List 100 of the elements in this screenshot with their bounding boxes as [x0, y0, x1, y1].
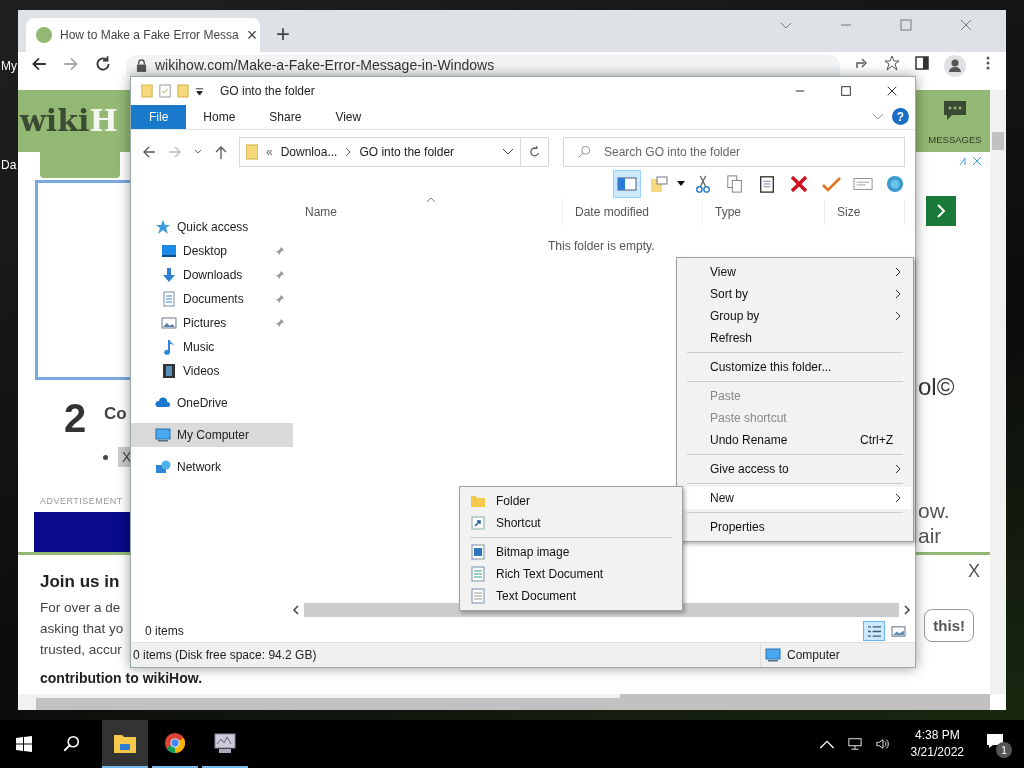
close-tab-button[interactable]: × — [246, 26, 258, 44]
breadcrumb-item[interactable]: GO into the folder — [359, 145, 455, 159]
menu-item[interactable]: Properties — [679, 516, 911, 538]
clock-time: 4:38 PM — [914, 727, 960, 744]
banner-title: Join us in — [40, 572, 120, 592]
network-icon[interactable] — [846, 737, 863, 751]
vertical-scrollbar[interactable] — [990, 90, 1006, 694]
menu-item[interactable]: Text Document — [462, 585, 680, 607]
chevron-right-icon — [936, 204, 946, 218]
lock-icon — [136, 59, 147, 72]
up-arrow-icon[interactable] — [213, 144, 229, 160]
ribbon-tab[interactable]: View — [318, 105, 379, 129]
ribbon-tab[interactable]: Home — [186, 105, 253, 129]
clock[interactable]: 4:38 PM 3/21/2022 — [910, 727, 964, 761]
windows-logo-icon[interactable] — [16, 736, 32, 752]
menu-item[interactable]: View — [679, 261, 911, 283]
details-view-button[interactable] — [863, 621, 885, 641]
menu-item[interactable]: Shortcut — [462, 512, 680, 534]
contribute-button[interactable]: this! — [924, 609, 974, 642]
menu-item[interactable]: Rich Text Document — [462, 563, 680, 585]
list-icon — [866, 624, 882, 638]
dropdown-caret-icon[interactable] — [195, 86, 204, 96]
desktop-icon-label: Da — [1, 158, 17, 172]
network-icon — [155, 459, 171, 475]
status-text: 0 items (Disk free space: 94.2 GB) — [133, 648, 317, 662]
dropdown-caret-icon[interactable] — [677, 181, 685, 187]
film-icon — [161, 363, 177, 379]
desktop-icon — [161, 243, 177, 259]
help-button[interactable]: ? — [892, 108, 909, 125]
navigation-item[interactable]: OneDrive — [131, 391, 293, 415]
scroll-left-icon[interactable] — [290, 605, 302, 615]
ribbon-tab[interactable]: Share — [252, 105, 319, 129]
menu-item[interactable]: Folder — [462, 490, 680, 512]
chat-bubble-icon[interactable] — [943, 100, 967, 122]
chevron-down-icon[interactable] — [502, 148, 514, 156]
ad-text: air — [918, 524, 942, 548]
refresh-button[interactable] — [521, 137, 549, 167]
notification-badge: 1 — [996, 742, 1012, 758]
navigation-item[interactable]: My Computer — [131, 423, 293, 447]
reload-icon[interactable] — [94, 55, 112, 73]
menu-item[interactable]: Customize this folder... — [679, 356, 911, 378]
back-arrow-icon[interactable] — [141, 144, 157, 160]
monitor-icon — [765, 647, 781, 663]
next-arrow-button[interactable] — [926, 196, 956, 226]
column-header[interactable]: Type — [703, 199, 825, 225]
folder-icon — [470, 493, 486, 509]
navigation-item[interactable]: Documents — [131, 287, 293, 311]
column-header[interactable]: Date modified — [563, 199, 703, 225]
notification-icon[interactable] — [986, 733, 1004, 749]
menu-item[interactable]: Refresh — [679, 327, 911, 349]
music-note-icon — [161, 339, 177, 355]
ribbon-tab[interactable]: File — [131, 105, 187, 129]
address-bar[interactable]: « Downloa... GO into the folder — [239, 137, 521, 167]
browser-tab[interactable]: How to Make a Fake Error Messa × — [26, 18, 260, 52]
navigation-item[interactable]: Pictures — [131, 311, 293, 335]
navigation-item[interactable]: Videos — [131, 359, 293, 383]
search-icon[interactable] — [62, 735, 80, 753]
search-field[interactable]: Search GO into the folder — [563, 137, 905, 167]
step-title: Co — [104, 404, 127, 424]
taskbar-app-button[interactable] — [102, 720, 148, 768]
properties-check-icon[interactable] — [159, 83, 171, 99]
column-header[interactable]: Size — [825, 199, 905, 225]
folder-icon — [649, 175, 669, 193]
menu-item[interactable]: Undo Rename Ctrl+Z — [679, 429, 911, 451]
image-file-icon — [470, 544, 486, 560]
breadcrumb-item[interactable]: Downloa... — [280, 145, 338, 159]
monitor-icon — [155, 427, 171, 443]
monitor-icon — [213, 732, 237, 754]
site-logo[interactable]: wikiH — [20, 106, 118, 136]
ad-close-icon[interactable] — [958, 156, 982, 166]
speaker-icon[interactable] — [874, 737, 891, 751]
profile-icon[interactable] — [944, 55, 966, 77]
side-panel-icon[interactable] — [914, 55, 930, 71]
text-file-icon — [470, 588, 486, 604]
ad-text: ow. — [918, 499, 950, 523]
address-bar[interactable]: wikihow.com/Make-a-Fake-Error-Message-in-Windows — [126, 55, 840, 76]
preview-pane-button[interactable] — [613, 170, 641, 198]
navigation-item[interactable]: Quick access — [131, 215, 293, 239]
search-icon — [577, 145, 591, 159]
menu-item[interactable]: Group by — [679, 305, 911, 327]
download-arrow-icon — [161, 267, 177, 283]
column-header[interactable]: Name — [293, 199, 563, 225]
navigation-item[interactable]: Desktop — [131, 239, 293, 263]
scroll-right-icon[interactable] — [901, 605, 913, 615]
navigation-item[interactable]: Music — [131, 335, 293, 359]
star-icon[interactable] — [884, 55, 900, 71]
window-title: GO into the folder — [220, 84, 315, 98]
item-count: 0 items — [145, 624, 184, 638]
menu-item[interactable]: Bitmap image — [462, 541, 680, 563]
close-banner-button[interactable]: X — [968, 561, 980, 582]
messages-link[interactable]: MESSAGES — [928, 134, 982, 145]
folder-icon — [246, 144, 258, 160]
menu-item[interactable]: Give access to — [679, 458, 911, 480]
horizontal-scrollbar[interactable] — [18, 694, 990, 710]
bullet-dot-icon — [103, 455, 108, 460]
menu-item[interactable]: Sort by — [679, 283, 911, 305]
new-tab-button[interactable]: + — [276, 22, 290, 46]
back-arrow-icon[interactable] — [30, 55, 48, 73]
banner-text: contribution to wikiHow. — [40, 670, 203, 686]
navigation-item[interactable]: Downloads — [131, 263, 293, 287]
